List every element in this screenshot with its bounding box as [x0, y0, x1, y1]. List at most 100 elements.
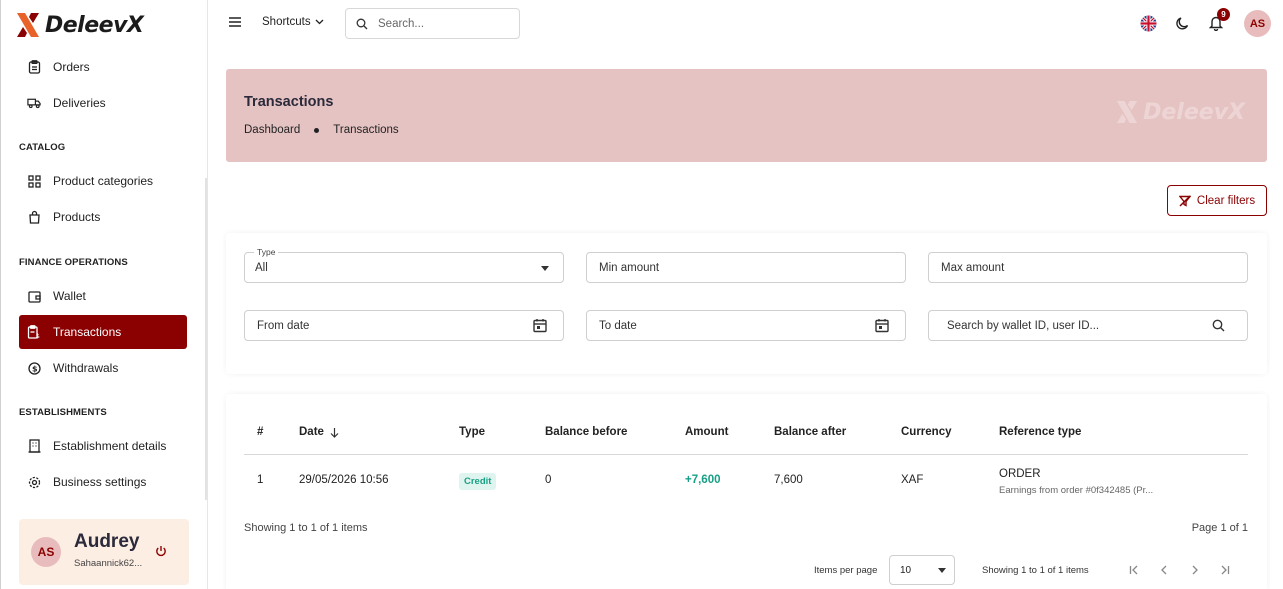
truck-icon [27, 96, 41, 110]
min-amount-field[interactable]: Min amount [586, 252, 906, 283]
language-flag-icon[interactable] [1138, 13, 1158, 33]
cell-currency: XAF [901, 474, 924, 486]
column-header-index: # [257, 426, 264, 438]
column-header-amount: Amount [685, 426, 729, 438]
wallet-search-placeholder: Search by wallet ID, user ID... [947, 319, 1100, 332]
search-icon [356, 18, 368, 29]
sidebar-item-withdrawals[interactable]: $ Withdrawals [19, 351, 187, 385]
column-header-balance-after: Balance after [774, 426, 847, 438]
cell-amount: +7,600 [685, 474, 721, 486]
sidebar-item-label: Product categories [53, 174, 154, 188]
banner-watermark-logo: DeleevX [1116, 99, 1245, 125]
column-header-date[interactable]: Date [299, 426, 339, 438]
first-page-icon[interactable] [1126, 562, 1142, 578]
next-page-icon[interactable] [1187, 562, 1203, 578]
sidebar-item-product-categories[interactable]: Product categories [19, 164, 187, 198]
sidebar-item-wallet[interactable]: Wallet [19, 279, 187, 313]
breadcrumb: Dashboard Transactions [244, 124, 399, 136]
filters-card: Type All Min amount Max amount From date… [226, 233, 1267, 374]
wallet-icon [27, 289, 41, 303]
caret-down-icon [938, 568, 946, 573]
svg-text:$: $ [36, 333, 40, 339]
breadcrumb-dashboard-link[interactable]: Dashboard [244, 124, 300, 136]
sidebar-item-label: Wallet [53, 289, 86, 303]
cell-balance-after: 7,600 [774, 474, 803, 486]
profile-avatar[interactable]: AS [1244, 10, 1271, 37]
type-select-label: Type [254, 247, 279, 257]
watermark-text: DeleevX [1143, 99, 1245, 125]
sidebar-item-transactions[interactable]: $ Transactions [19, 315, 187, 349]
page-title: Transactions [244, 94, 334, 110]
max-amount-field[interactable]: Max amount [928, 252, 1248, 283]
sort-arrow-down-icon[interactable] [330, 427, 339, 438]
user-email: Sahaannick62... [74, 558, 143, 569]
dark-mode-moon-icon[interactable] [1172, 13, 1192, 33]
brand-logo[interactable]: DeleevX [16, 12, 144, 38]
sidebar-item-label: Establishment details [53, 439, 167, 453]
section-title-establishments: ESTABLISHMENTS [19, 407, 107, 418]
sidebar-item-label: Transactions [53, 325, 122, 339]
to-date-placeholder: To date [599, 319, 637, 332]
from-date-placeholder: From date [257, 319, 310, 332]
wallet-search-field[interactable]: Search by wallet ID, user ID... [928, 310, 1248, 341]
gear-icon [27, 475, 41, 489]
sidebar-item-business-settings[interactable]: Business settings [19, 465, 187, 499]
logout-icon[interactable] [155, 545, 169, 559]
min-amount-placeholder: Min amount [599, 261, 660, 274]
type-select[interactable]: Type All [244, 247, 564, 283]
column-header-type: Type [459, 426, 485, 438]
table-header-divider [244, 454, 1248, 455]
sidebar-scrollbar[interactable] [205, 178, 207, 500]
sidebar-item-label: Withdrawals [53, 361, 119, 375]
type-badge: Credit [459, 473, 497, 490]
last-page-icon[interactable] [1217, 562, 1233, 578]
to-date-field[interactable]: To date [586, 310, 906, 341]
cell-reference-detail: Earnings from order #0f342485 (Pr... [999, 485, 1154, 496]
type-select-value: All [255, 261, 268, 274]
deleevx-logo-icon [17, 13, 39, 37]
global-search[interactable] [345, 8, 520, 39]
search-icon[interactable] [1212, 319, 1225, 332]
sidebar-item-deliveries[interactable]: Deliveries [19, 86, 187, 120]
cell-balance-before: 0 [545, 474, 552, 486]
breadcrumb-separator [314, 127, 320, 133]
clear-filters-label: Clear filters [1196, 194, 1256, 207]
from-date-field[interactable]: From date [244, 310, 564, 341]
building-icon [27, 439, 41, 453]
calendar-icon[interactable] [875, 318, 889, 333]
page-header-banner: Transactions Dashboard Transactions Dele… [226, 69, 1267, 162]
sidebar-item-orders[interactable]: Orders [19, 50, 187, 84]
items-per-page-select[interactable]: 10 [889, 555, 955, 585]
cell-index: 1 [257, 474, 264, 486]
grid-icon [27, 174, 41, 188]
shortcuts-dropdown[interactable]: Shortcuts [262, 16, 324, 28]
previous-page-icon[interactable] [1156, 562, 1172, 578]
cell-date: 29/05/2026 10:56 [299, 474, 389, 486]
section-title-catalog: CATALOG [19, 142, 66, 153]
receipt-icon: $ [27, 325, 41, 339]
max-amount-placeholder: Max amount [941, 261, 1005, 274]
column-header-reference-type: Reference type [999, 426, 1082, 438]
column-header-balance-before: Balance before [545, 426, 628, 438]
sidebar-item-label: Products [53, 210, 101, 224]
sidebar-item-establishment-details[interactable]: Establishment details [19, 429, 187, 463]
items-per-page-label: Items per page [814, 565, 878, 576]
transactions-table-card: # Date Type Balance before Amount Balanc… [226, 394, 1267, 589]
user-card[interactable]: AS Audrey Sahaannick62... [19, 519, 189, 585]
deleevx-watermark-icon [1117, 101, 1138, 123]
sidebar-item-label: Deliveries [53, 96, 106, 110]
sidebar-item-products[interactable]: Products [19, 200, 187, 234]
user-avatar[interactable]: AS [31, 537, 61, 567]
showing-items-text: Showing 1 to 1 of 1 items [244, 522, 368, 534]
items-per-page-value: 10 [900, 564, 912, 576]
breadcrumb-current: Transactions [333, 124, 399, 136]
column-header-label: Date [299, 426, 324, 438]
search-input[interactable] [378, 17, 498, 30]
filter-off-icon [1178, 195, 1191, 207]
cell-reference-type: ORDER [999, 468, 1041, 480]
calendar-icon[interactable] [533, 318, 547, 333]
user-name: Audrey [74, 531, 140, 552]
hamburger-menu-icon[interactable] [228, 16, 242, 30]
clear-filters-button[interactable]: Clear filters [1167, 185, 1267, 216]
brand-name: DeleevX [45, 12, 144, 38]
